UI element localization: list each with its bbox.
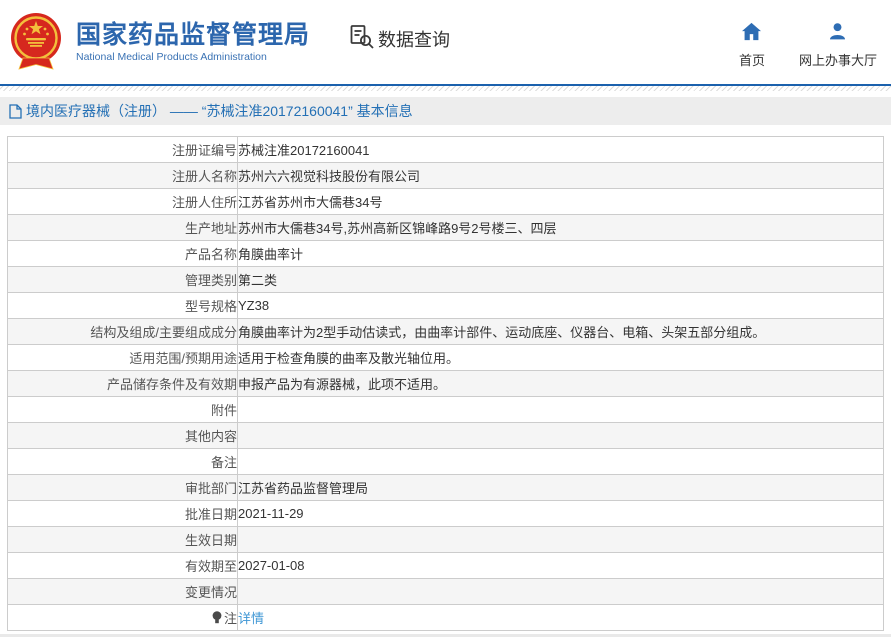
nav-hall-label: 网上办事大厅 [798, 52, 877, 68]
row-label: 注册证编号 [7, 136, 238, 163]
info-table-body: 注册证编号 苏械注准20172160041 注册人名称 苏州六六视觉科技股份有限公司注… [7, 136, 884, 631]
table-row: 型号规格 YZ38 [7, 292, 884, 319]
row-value [237, 422, 884, 449]
nav-home-label: 首页 [738, 52, 765, 68]
row-value: 2021-11-29 [237, 500, 884, 527]
table-row: 管理类别 第二类 [7, 266, 884, 293]
row-label: 产品储存条件及有效期 [7, 370, 238, 397]
org-title-block: 国家药品监督管理局 National Medical Products Admi… [76, 21, 310, 64]
org-name: 国家药品监督管理局 [76, 20, 311, 49]
table-row: 批准日期 2021-11-29 [7, 500, 884, 527]
site-header: 国家药品监督管理局 National Medical Products Admi… [0, 0, 891, 84]
row-value [237, 578, 884, 605]
row-value: 第二类 [237, 266, 884, 293]
document-search-icon [348, 23, 375, 55]
table-row: 变更情况 [7, 578, 884, 605]
row-value: 角膜曲率计为2型手动估读式，由曲率计部件、运动底座、仪器台、电箱、头架五部分组成… [237, 318, 884, 345]
header-nav: 首页 网上办事大厅 [739, 16, 877, 69]
bulb-icon [212, 611, 222, 627]
row-value: 详情 [237, 604, 884, 631]
row-label: 变更情况 [7, 578, 238, 605]
row-value: 江苏省药品监督管理局 [237, 474, 884, 501]
row-label: 附件 [7, 396, 238, 423]
row-value: 角膜曲率计 [237, 240, 884, 267]
row-label: 生效日期 [7, 526, 238, 553]
nav-item-service-hall[interactable]: 网上办事大厅 [799, 22, 877, 69]
row-label: 备注 [7, 448, 238, 475]
row-label: 产品名称 [7, 240, 238, 267]
national-emblem-icon [11, 13, 61, 70]
data-query-label: 数据查询 [378, 30, 451, 50]
breadcrumb: 境内医疗器械（注册） —— “苏械注准20172160041” 基本信息 [0, 97, 891, 125]
table-row: 结构及组成/主要组成成分 角膜曲率计为2型手动估读式，由曲率计部件、运动底座、仪器… [7, 318, 884, 345]
table-row: 有效期至 2027-01-08 [7, 552, 884, 579]
row-label: 结构及组成/主要组成成分 [7, 318, 238, 345]
row-value [237, 396, 884, 423]
row-label: 审批部门 [7, 474, 238, 501]
table-row: 其他内容 [7, 422, 884, 449]
table-row: 适用范围/预期用途 适用于检查角膜的曲率及散光轴位用。 [7, 344, 884, 371]
row-label: 注册人名称 [7, 162, 238, 189]
row-value [237, 448, 884, 475]
row-value: YZ38 [237, 292, 884, 319]
person-icon [828, 22, 847, 46]
row-value: 适用于检查角膜的曲率及散光轴位用。 [237, 344, 884, 371]
row-label: 注 [7, 604, 238, 631]
registration-info-table: 注册证编号 苏械注准20172160041 注册人名称 苏州六六视觉科技股份有限公司注… [7, 136, 884, 631]
table-row: 生效日期 [7, 526, 884, 553]
table-row: 注详情 [7, 604, 884, 631]
row-value: 申报产品为有源器械，此项不适用。 [237, 370, 884, 397]
table-row: 注册人住所 江苏省苏州市大儒巷34号 [7, 188, 884, 215]
row-label: 其他内容 [7, 422, 238, 449]
table-row: 生产地址 苏州市大儒巷34号,苏州高新区锦峰路9号2号楼三、四层 [7, 214, 884, 241]
row-label: 适用范围/预期用途 [7, 344, 238, 371]
table-row: 附件 [7, 396, 884, 423]
row-value [237, 526, 884, 553]
table-row: 产品储存条件及有效期 申报产品为有源器械，此项不适用。 [7, 370, 884, 397]
row-value: 苏州市大儒巷34号,苏州高新区锦峰路9号2号楼三、四层 [237, 214, 884, 241]
registration-info-table-wrap: 注册证编号 苏械注准20172160041 注册人名称 苏州六六视觉科技股份有限公司注… [7, 136, 884, 631]
row-label: 批准日期 [7, 500, 238, 527]
row-value: 苏械注准20172160041 [237, 136, 884, 163]
nav-item-home[interactable]: 首页 [739, 22, 765, 69]
hatch-decoration [0, 86, 891, 91]
national-emblem-logo[interactable] [8, 12, 64, 72]
row-value: 2027-01-08 [237, 552, 884, 579]
row-label: 生产地址 [7, 214, 238, 241]
table-row: 审批部门 江苏省药品监督管理局 [7, 474, 884, 501]
data-query-tab[interactable]: 数据查询 [348, 23, 450, 55]
document-icon [9, 103, 22, 119]
row-label: 有效期至 [7, 552, 238, 579]
row-label: 管理类别 [7, 266, 238, 293]
org-name-en: National Medical Products Administration [76, 51, 267, 64]
table-row: 产品名称 角膜曲率计 [7, 240, 884, 267]
table-row: 注册证编号 苏械注准20172160041 [7, 136, 884, 163]
home-icon [741, 22, 762, 46]
row-label: 型号规格 [7, 292, 238, 319]
row-value: 苏州六六视觉科技股份有限公司 [237, 162, 884, 189]
table-row: 备注 [7, 448, 884, 475]
row-label: 注册人住所 [7, 188, 238, 215]
detail-link[interactable]: 详情 [239, 611, 265, 626]
breadcrumb-text: 境内医疗器械（注册） —— “苏械注准20172160041” 基本信息 [26, 103, 413, 119]
row-value: 江苏省苏州市大儒巷34号 [237, 188, 884, 215]
table-row: 注册人名称 苏州六六视觉科技股份有限公司 [7, 162, 884, 189]
